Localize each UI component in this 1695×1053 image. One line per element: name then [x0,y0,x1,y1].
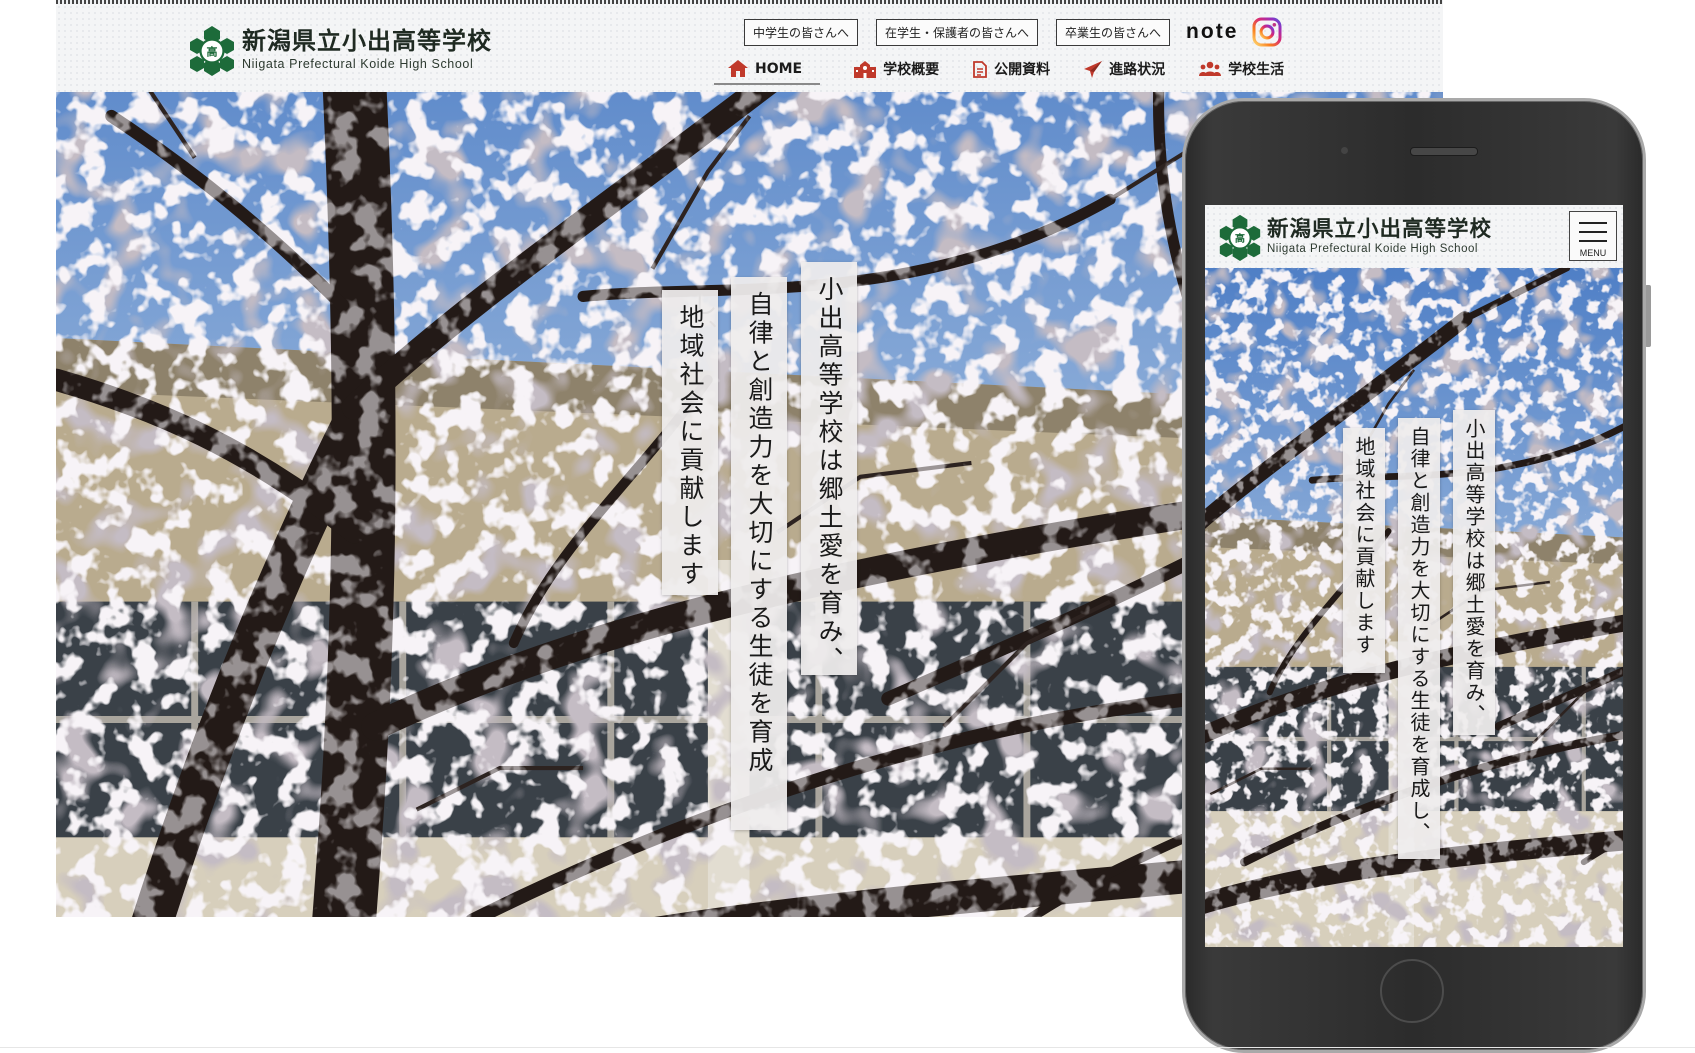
menu-bar-icon [1579,222,1607,224]
svg-text:高: 高 [207,45,218,59]
hero-catchphrase-line-2: 自律と創造力を大切にする生徒を育成し、 [689,277,787,830]
link-current-students-parents[interactable]: 在学生・保護者の皆さんへ [876,18,1039,46]
phone-screen: 高 新潟県立小出高等学校 Niigata Prefectural Koide H… [1205,205,1623,947]
mobile-hero-section: 小出高等学校は郷土愛を育み、 自律と創造力を大切にする生徒を育成し、 地域社会に… [1205,268,1623,947]
school-emblem-icon: 高 [190,24,234,76]
mobile-catchphrase-line-1: 小出高等学校は郷土愛を育み、 [1453,410,1495,735]
note-label: note [1186,20,1239,43]
link-alumni[interactable]: 卒業生の皆さんへ [1056,18,1171,46]
nav-career-status[interactable]: 進路状況 [1084,59,1165,85]
nav-school-overview-label: 学校概要 [883,62,940,78]
nav-public-documents-label: 公開資料 [994,62,1051,78]
mobile-catchphrase-line-2: 自律と創造力を大切にする生徒を育成し、 [1398,418,1440,859]
bottom-divider [0,1047,1695,1048]
hamburger-menu-button[interactable]: MENU [1569,211,1617,261]
menu-bar-icon [1579,231,1607,233]
home-icon [728,60,748,77]
phone-speaker [1410,147,1478,156]
nav-home-label: HOME [755,60,803,77]
menu-label: MENU [1579,248,1607,258]
mobile-header: 高 新潟県立小出高等学校 Niigata Prefectural Koide H… [1205,205,1623,268]
mobile-school-name-jp: 新潟県立小出高等学校 [1267,216,1493,242]
hero-catchphrase-line-3: 地域社会に貢献します [662,290,718,595]
svg-text:高: 高 [1235,232,1245,245]
nav-home[interactable]: HOME [714,60,821,85]
audience-links: 中学生の皆さんへ 在学生・保護者の皆さんへ 卒業生の皆さんへ note [744,17,1282,47]
mobile-site-logo[interactable]: 高 新潟県立小出高等学校 Niigata Prefectural Koide H… [1219,213,1492,261]
mobile-school-name-en: Niigata Prefectural Koide High School [1267,243,1478,255]
school-name-jp: 新潟県立小出高等学校 [242,26,492,56]
school-name-en: Niigata Prefectural Koide High School [242,57,474,72]
site-logo[interactable]: 高 新潟県立小出高等学校 Niigata Prefectural Koide H… [190,24,492,76]
main-nav: HOME 学校概要 公開資料 進路状況 学校生活 [714,59,1318,85]
paper-plane-icon [1084,60,1103,78]
mobile-catchphrase-line-3: 地域社会に貢献します [1343,428,1385,673]
phone-home-button [1380,959,1444,1023]
smartphone-mockup: 高 新潟県立小出高等学校 Niigata Prefectural Koide H… [1182,98,1646,1053]
site-header: 高 新潟県立小出高等学校 Niigata Prefectural Koide H… [56,4,1443,93]
menu-bar-icon [1579,240,1607,242]
phone-camera [1341,147,1348,154]
instagram-icon[interactable] [1252,17,1282,47]
link-junior-high-students[interactable]: 中学生の皆さんへ [744,18,859,46]
nav-school-life-label: 学校生活 [1228,62,1285,78]
nav-career-status-label: 進路状況 [1109,62,1166,78]
note-link[interactable]: note [1186,20,1238,44]
people-icon [1199,61,1222,76]
document-icon [973,60,988,78]
school-emblem-icon: 高 [1219,213,1261,261]
nav-public-documents[interactable]: 公開資料 [973,59,1050,85]
school-icon [854,60,877,78]
nav-school-overview[interactable]: 学校概要 [854,59,939,85]
hero-catchphrase-line-1: 小出高等学校は郷土愛を育み、 [801,262,857,675]
nav-school-life[interactable]: 学校生活 [1199,59,1284,85]
